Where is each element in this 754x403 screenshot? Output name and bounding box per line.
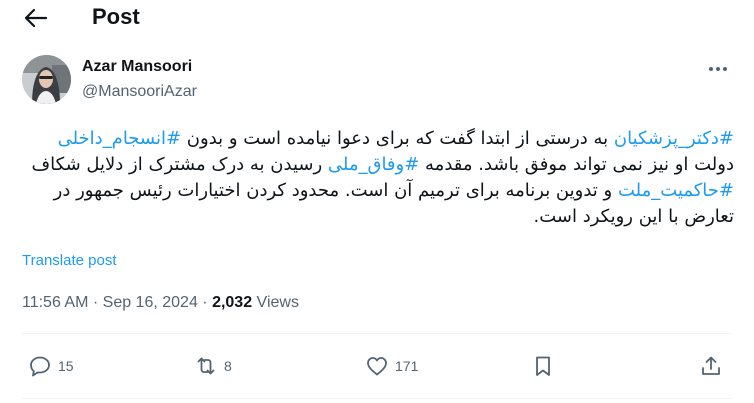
divider: [22, 398, 732, 399]
more-horizontal-icon: [709, 67, 727, 71]
repost-count: 8: [224, 358, 232, 374]
bookmark-icon: [536, 356, 550, 376]
page-title: Post: [92, 4, 140, 29]
like-count: 171: [395, 358, 419, 374]
bookmark-button[interactable]: [531, 353, 555, 379]
arrow-left-icon: [24, 8, 48, 28]
reply-button[interactable]: 15: [28, 353, 74, 379]
hashtag-link[interactable]: #دکتر_پزشکیان: [614, 128, 734, 149]
avatar[interactable]: [22, 55, 71, 104]
reply-count: 15: [58, 358, 74, 374]
divider: [22, 333, 732, 334]
tweet-time[interactable]: 11:56 AM: [22, 294, 88, 311]
header: Post: [0, 0, 754, 36]
tweet-date[interactable]: Sep 16, 2024: [103, 294, 198, 311]
more-options-button[interactable]: [705, 58, 731, 80]
hashtag-link[interactable]: #حاکمیت_ملت: [618, 180, 734, 201]
author-name[interactable]: Azar Mansoori: [82, 58, 192, 76]
translate-post-link[interactable]: Translate post: [22, 252, 117, 269]
repost-button[interactable]: 8: [194, 353, 232, 379]
author-handle[interactable]: @MansooriAzar: [82, 83, 197, 101]
tweet-text-segment: رسیدن به درک مشترک از دلایل شکاف: [31, 154, 328, 175]
views-count: 2,032: [212, 294, 253, 311]
tweet-text: #دکتر_پزشکیان به درستی از ابتدا گفت که ب…: [20, 126, 734, 230]
heart-icon: [367, 357, 387, 376]
profile-photo: [22, 55, 71, 104]
views-label: Views: [252, 294, 299, 311]
reply-icon: [30, 356, 50, 377]
tweet-meta: 11:56 AM · Sep 16, 2024 · 2,032 Views: [22, 294, 299, 312]
share-icon: [702, 356, 720, 375]
tweet-text-segment: دولت او نیز نمی تواند موفق باشد. مقدمه: [419, 154, 734, 175]
like-button[interactable]: 171: [365, 353, 418, 379]
tweet-text-segment: به درستی از ابتدا گفت که برای دعوا نیامد…: [181, 128, 614, 149]
hashtag-link[interactable]: #انسجام_داخلی: [58, 128, 182, 149]
meta-separator: ·: [88, 294, 103, 311]
hashtag-link[interactable]: #وفاق_ملی: [328, 154, 419, 175]
back-button[interactable]: [22, 6, 48, 30]
share-button[interactable]: [699, 353, 723, 379]
meta-separator: ·: [197, 294, 213, 311]
repost-icon: [197, 357, 215, 375]
